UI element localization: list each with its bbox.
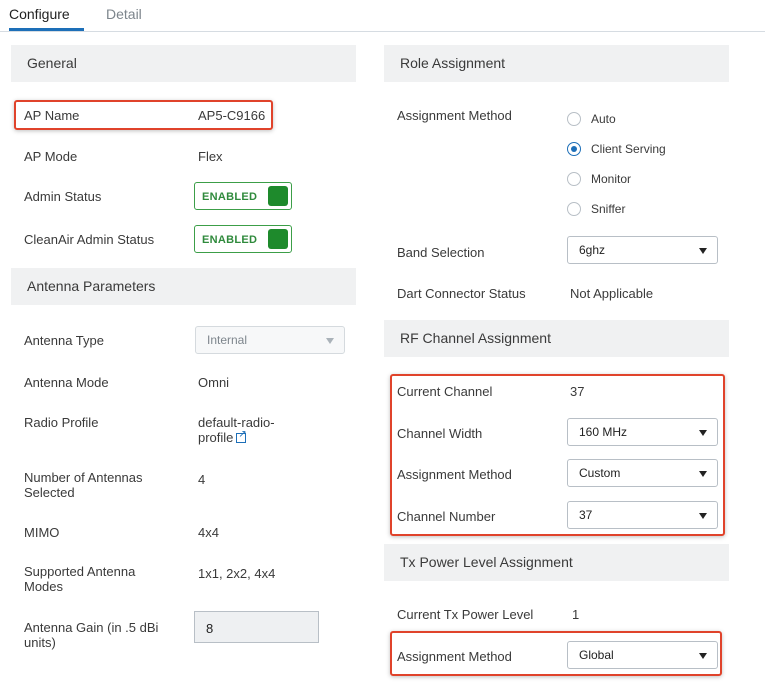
highlight-ap-name (14, 100, 273, 130)
section-general: General (11, 45, 356, 82)
mimo-label: MIMO (24, 525, 60, 540)
antenna-gain-input[interactable]: 8 (194, 611, 319, 643)
admin-status-toggle[interactable]: ENABLED (194, 182, 292, 210)
section-rf-channel-assignment: RF Channel Assignment (384, 320, 729, 357)
radio-button[interactable] (567, 112, 581, 126)
dart-connector-value: Not Applicable (570, 286, 654, 301)
tx-current-power-label: Current Tx Power Level (397, 607, 534, 622)
supported-antenna-modes-value: 1x1, 2x2, 4x4 (198, 566, 276, 581)
antenna-gain-label: Antenna Gain (in .5 dBi units) (24, 620, 158, 650)
antenna-gain-value: 8 (206, 621, 214, 636)
admin-status-label: Admin Status (24, 189, 102, 204)
antenna-mode-value: Omni (198, 375, 230, 390)
tab-bar: Configure Detail (0, 0, 768, 32)
antenna-type-value: Internal (207, 333, 248, 347)
external-link-icon[interactable] (236, 427, 247, 443)
band-selection-value: 6ghz (579, 243, 606, 257)
radio-sniffer-label: Sniffer (591, 202, 626, 216)
tab-configure[interactable]: Configure (9, 6, 70, 22)
number-of-antennas-label-line1: Number of Antennas (24, 470, 143, 485)
supported-modes-label-line2: Modes (24, 579, 64, 594)
number-of-antennas-value: 4 (198, 472, 206, 487)
chevron-down-icon (699, 248, 707, 254)
number-of-antennas-label: Number of Antennas Selected (24, 470, 143, 500)
chevron-down-icon (326, 338, 334, 344)
section-tx-power-assignment: Tx Power Level Assignment (384, 544, 729, 581)
section-antenna-parameters: Antenna Parameters (11, 268, 356, 305)
admin-status-value: ENABLED (202, 191, 258, 203)
antenna-type-label: Antenna Type (24, 333, 104, 348)
cleanair-status-value: ENABLED (202, 234, 258, 246)
radio-profile-value-line2: profile (198, 430, 234, 445)
role-assignment-method-label: Assignment Method (397, 108, 512, 123)
highlight-tx-assignment (390, 631, 722, 676)
toggle-knob (268, 229, 288, 249)
ap-mode-label: AP Mode (24, 149, 78, 164)
dart-connector-label: Dart Connector Status (397, 286, 526, 301)
radio-button[interactable] (567, 172, 581, 186)
radio-profile-value-line1: default-radio- (198, 415, 275, 430)
tab-detail[interactable]: Detail (106, 6, 142, 22)
ap-mode-value: Flex (198, 149, 223, 164)
radio-button-selected[interactable] (567, 142, 581, 156)
radio-profile-label: Radio Profile (24, 415, 99, 430)
radio-auto-label: Auto (591, 112, 616, 126)
antenna-gain-label-line1: Antenna Gain (in .5 dBi (24, 620, 159, 635)
antenna-gain-label-line2: units) (24, 635, 56, 650)
tx-current-power-value: 1 (572, 607, 580, 622)
number-of-antennas-label-line2: Selected (24, 485, 75, 500)
supported-antenna-modes-label: Supported Antenna Modes (24, 564, 135, 594)
band-selection-label: Band Selection (397, 245, 485, 260)
antenna-mode-label: Antenna Mode (24, 375, 109, 390)
section-role-assignment: Role Assignment (384, 45, 729, 82)
band-selection-select[interactable]: 6ghz (567, 236, 718, 264)
cleanair-status-toggle[interactable]: ENABLED (194, 225, 292, 253)
highlight-rf-channel (390, 374, 725, 536)
tabs-divider (0, 31, 765, 32)
cleanair-status-label: CleanAir Admin Status (24, 232, 155, 247)
mimo-value: 4x4 (198, 525, 219, 540)
supported-modes-label-line1: Supported Antenna (24, 564, 136, 579)
radio-monitor-label: Monitor (591, 172, 632, 186)
antenna-type-select[interactable]: Internal (195, 326, 345, 354)
toggle-knob (268, 186, 288, 206)
radio-client-serving-label: Client Serving (591, 142, 666, 156)
radio-button[interactable] (567, 202, 581, 216)
radio-profile-value[interactable]: default-radio- profile (198, 415, 275, 445)
